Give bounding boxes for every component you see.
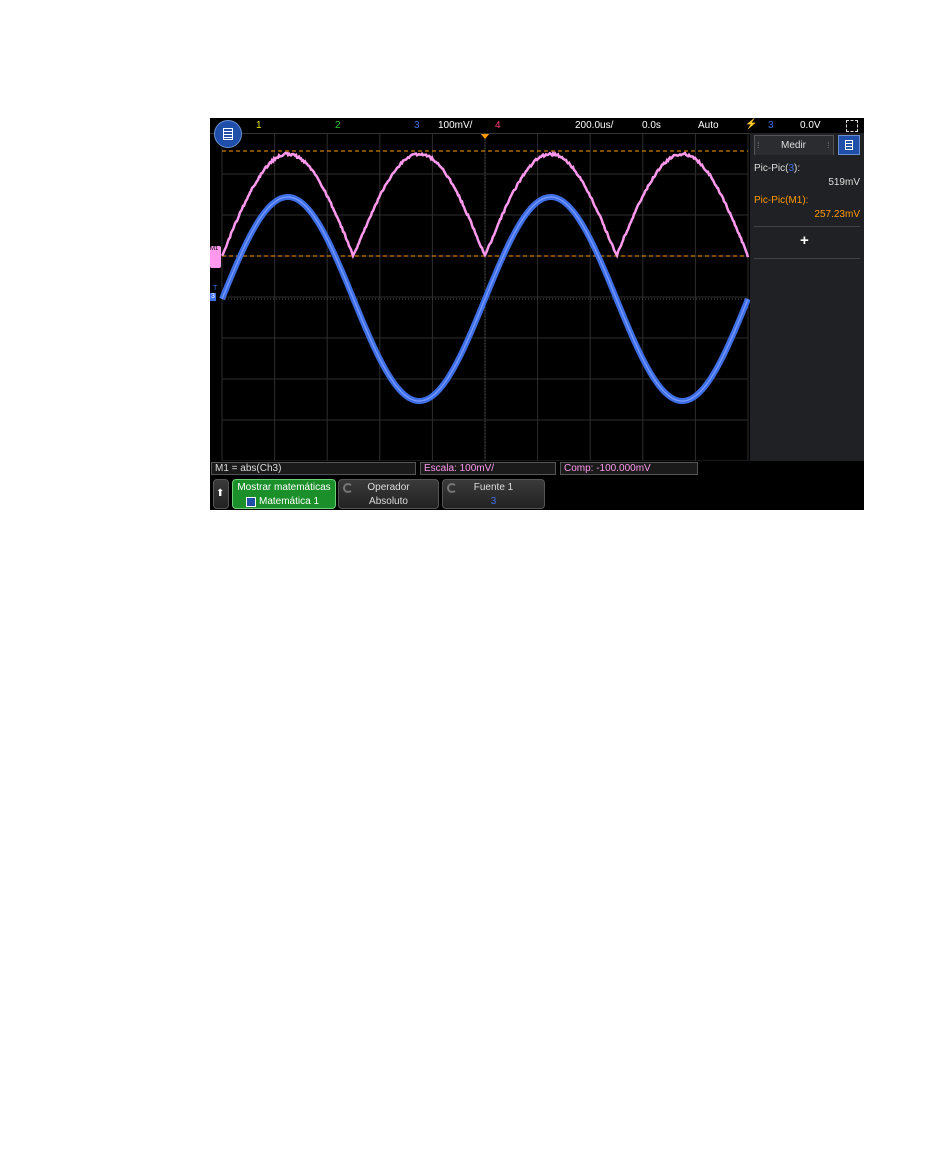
delay-readout[interactable]: 0.0s <box>642 120 661 132</box>
ground-marker-label: 3 <box>210 293 216 301</box>
measurement-label-suffix: ): <box>794 163 800 174</box>
checkbox-icon <box>246 497 256 507</box>
screen-capture-icon[interactable] <box>846 120 858 132</box>
up-arrow-icon: ⬆ <box>216 488 224 500</box>
add-measurement-button[interactable]: + <box>800 233 809 249</box>
show-math-button[interactable]: Mostrar matemáticas Matemática 1 <box>232 479 336 509</box>
measurement-item[interactable]: Pic-Pic(3): 519mV <box>750 161 864 191</box>
trigger-level[interactable]: 0.0V <box>800 120 821 132</box>
main-menu-button[interactable] <box>214 120 242 148</box>
drag-handle-icon: ⁞ <box>757 139 760 151</box>
softkey-bar: ⬆ Mostrar matemáticas Matemática 1 Opera… <box>210 477 864 510</box>
timebase-readout[interactable]: 200.0us/ <box>575 120 613 132</box>
source-value: 3 <box>443 496 544 508</box>
trigger-source[interactable]: 3 <box>768 120 774 132</box>
channel-4-indicator[interactable]: 4 <box>495 120 501 132</box>
channel-3-scale: 100mV/ <box>438 120 472 132</box>
measurement-label-prefix: Pic-Pic( <box>754 163 788 174</box>
trigger-mode[interactable]: Auto <box>698 120 719 132</box>
tab-measure-label: Medir <box>781 140 806 152</box>
trigger-level-label: T <box>213 285 217 293</box>
channel-3-indicator[interactable]: 3 <box>414 120 420 132</box>
operator-button[interactable]: Operador Absoluto <box>338 479 439 509</box>
math-scale-readout[interactable]: Escala: 100mV/ <box>420 462 556 475</box>
measurement-sidebar: Medir ⁞ ⁞ Pic-Pic(3): 519mV Pic-Pic(M1):… <box>750 133 864 461</box>
drag-handle-icon-right: ⁞ <box>827 139 830 151</box>
divider <box>754 226 860 227</box>
menu-icon <box>223 128 233 140</box>
math-marker-label: M1 <box>210 246 218 253</box>
source-button[interactable]: Fuente 1 3 <box>442 479 545 509</box>
operator-title: Operador <box>339 482 438 494</box>
measurement-value: 257.23mV <box>814 209 860 221</box>
status-bar: 1 2 3 100mV/ 4 200.0us/ 0.0s Auto ⚡ 3 0.… <box>210 118 864 134</box>
measurement-value: 519mV <box>828 177 860 189</box>
measurement-label: Pic-Pic(3): <box>754 163 800 175</box>
trigger-edge-icon: ⚡ <box>745 119 757 131</box>
channel-1-indicator[interactable]: 1 <box>256 120 262 132</box>
sidebar-menu-button[interactable] <box>838 135 860 155</box>
tab-measure[interactable]: Medir ⁞ ⁞ <box>754 135 834 155</box>
measurement-item[interactable]: Pic-Pic(M1): 257.23mV <box>750 193 864 223</box>
math-info-bar: M1 = abs(Ch3) Escala: 100mV/ Comp: -100.… <box>210 461 864 477</box>
show-math-title: Mostrar matemáticas <box>233 482 335 494</box>
divider <box>754 258 860 259</box>
source-title: Fuente 1 <box>443 482 544 494</box>
back-button[interactable]: ⬆ <box>213 479 229 509</box>
measurement-label: Pic-Pic(M1): <box>754 195 808 207</box>
channel-3-ground-marker[interactable]: T 3 <box>210 285 222 305</box>
math-marker[interactable]: M1 <box>210 246 221 268</box>
operator-value: Absoluto <box>339 496 438 508</box>
oscilloscope-screen: 1 2 3 100mV/ 4 200.0us/ 0.0s Auto ⚡ 3 0.… <box>210 118 864 510</box>
show-math-value: Matemática 1 <box>259 496 319 508</box>
list-icon <box>845 140 853 150</box>
math-function-readout: M1 = abs(Ch3) <box>211 462 416 475</box>
math-offset-readout[interactable]: Comp: -100.000mV <box>560 462 698 475</box>
channel-2-indicator[interactable]: 2 <box>335 120 341 132</box>
